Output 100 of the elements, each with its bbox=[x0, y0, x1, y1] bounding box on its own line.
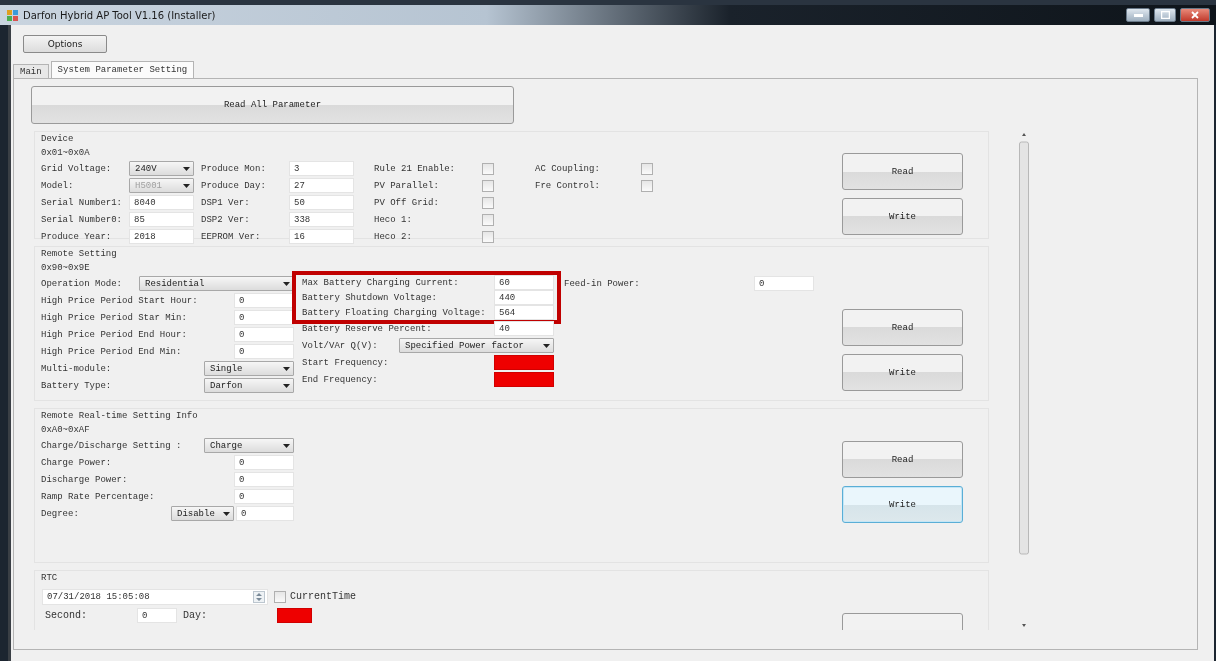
address-range: 0xA0~0xAF bbox=[41, 424, 90, 437]
field-label: Produce Day: bbox=[201, 180, 267, 191]
action-button[interactable]: Write bbox=[842, 198, 963, 235]
caret-icon bbox=[183, 183, 190, 188]
field-label: Day: bbox=[183, 610, 208, 621]
field-label: Volt/VAr Q(V): bbox=[302, 340, 379, 351]
input-field[interactable] bbox=[494, 355, 554, 370]
input-field[interactable]: 0 bbox=[137, 608, 177, 623]
tab[interactable]: System Parameter Setting bbox=[50, 61, 195, 78]
caret-icon bbox=[183, 166, 190, 171]
field-label: PV Off Grid: bbox=[374, 197, 440, 208]
input-field[interactable]: 564 bbox=[494, 305, 554, 320]
dropdown[interactable]: Single bbox=[204, 361, 294, 376]
input-field[interactable]: 0 bbox=[234, 310, 294, 325]
input-field[interactable]: 50 bbox=[289, 195, 354, 210]
input-field[interactable]: 0 bbox=[234, 293, 294, 308]
field-label: High Price Period Start Hour: bbox=[41, 295, 199, 306]
field-label: Max Battery Charging Current: bbox=[302, 277, 460, 288]
dropdown[interactable]: Charge bbox=[204, 438, 294, 453]
caret-icon bbox=[223, 511, 230, 516]
field-label: Serial Number1: bbox=[41, 197, 123, 208]
address-range: 0x90~0x9E bbox=[41, 262, 90, 275]
action-button[interactable]: Write bbox=[842, 486, 963, 523]
field-label: Feed-in Power: bbox=[564, 278, 641, 289]
field-label: Charge/Discharge Setting : bbox=[41, 440, 183, 451]
field-label: High Price Period End Min: bbox=[41, 346, 183, 357]
checkbox[interactable] bbox=[641, 162, 653, 175]
input-field[interactable]: 0 bbox=[754, 276, 814, 291]
input-field[interactable]: 0 bbox=[234, 472, 294, 487]
input-field[interactable]: 16 bbox=[289, 229, 354, 244]
section-title: Remote Setting bbox=[41, 248, 117, 261]
maximize-button[interactable] bbox=[1154, 8, 1176, 22]
minimize-button[interactable] bbox=[1126, 8, 1150, 22]
checkbox[interactable] bbox=[641, 179, 653, 192]
dropdown[interactable]: Specified Power factor bbox=[399, 338, 554, 353]
dropdown[interactable]: Residential bbox=[139, 276, 294, 291]
field-label: High Price Period End Hour: bbox=[41, 329, 188, 340]
input-field[interactable]: 440 bbox=[494, 290, 554, 305]
checkbox[interactable] bbox=[482, 196, 494, 209]
action-button[interactable]: Read bbox=[842, 441, 963, 478]
input-field[interactable] bbox=[277, 608, 312, 623]
address-range: 0x01~0x0A bbox=[41, 147, 90, 160]
tab[interactable]: Main bbox=[13, 64, 49, 78]
checkbox[interactable] bbox=[482, 179, 494, 192]
input-field[interactable]: 3 bbox=[289, 161, 354, 176]
input-field[interactable]: 0 bbox=[234, 344, 294, 359]
maximize-icon bbox=[1160, 11, 1170, 19]
input-field[interactable] bbox=[494, 372, 554, 387]
input-field[interactable]: 2018 bbox=[129, 229, 194, 244]
options-button[interactable]: Options bbox=[23, 35, 107, 53]
action-button[interactable]: Read bbox=[842, 153, 963, 190]
field-label: Battery Reserve Percent: bbox=[302, 323, 433, 334]
caret-icon bbox=[543, 343, 550, 348]
field-label: Model: bbox=[41, 180, 75, 191]
close-button[interactable] bbox=[1180, 8, 1210, 22]
input-field[interactable]: 27 bbox=[289, 178, 354, 193]
field-label: Start Frequency: bbox=[302, 357, 390, 368]
field-label: DSP1 Ver: bbox=[201, 197, 251, 208]
read-all-button[interactable]: Read All Parameter bbox=[31, 86, 514, 124]
field-label: Rule 21 Enable: bbox=[374, 163, 456, 174]
date-time-picker[interactable]: 07/31/2018 15:05:08 bbox=[42, 588, 268, 605]
action-button[interactable]: Write bbox=[842, 354, 963, 391]
checkbox[interactable] bbox=[482, 162, 494, 175]
field-label: End Frequency: bbox=[302, 374, 379, 385]
field-label: Grid Voltage: bbox=[41, 163, 113, 174]
field-label: Multi-module: bbox=[41, 363, 113, 374]
checkbox[interactable] bbox=[274, 590, 286, 603]
caret-icon bbox=[283, 383, 290, 388]
input-field[interactable]: 85 bbox=[129, 212, 194, 227]
action-button[interactable]: Read bbox=[842, 309, 963, 346]
input-field[interactable]: 40 bbox=[494, 321, 554, 336]
field-label: Serial Number0: bbox=[41, 214, 123, 225]
field-label: AC Coupling: bbox=[535, 163, 601, 174]
field-label: PV Parallel: bbox=[374, 180, 440, 191]
minimize-icon bbox=[1133, 13, 1143, 17]
field-label: Discharge Power: bbox=[41, 474, 129, 485]
input-field[interactable]: 60 bbox=[494, 275, 554, 290]
field-label: Battery Floating Charging Voltage: bbox=[302, 307, 487, 318]
caret-icon bbox=[283, 281, 290, 286]
checkbox-label: CurrentTime bbox=[290, 591, 356, 602]
checkbox[interactable] bbox=[482, 230, 494, 243]
caret-icon bbox=[283, 366, 290, 371]
field-label: Battery Shutdown Voltage: bbox=[302, 292, 439, 303]
input-field[interactable]: 0 bbox=[234, 489, 294, 504]
input-field[interactable]: 0 bbox=[234, 327, 294, 342]
input-field[interactable]: 8040 bbox=[129, 195, 194, 210]
dropdown[interactable]: Disable bbox=[171, 506, 234, 521]
checkbox[interactable] bbox=[482, 213, 494, 226]
input-field[interactable]: 338 bbox=[289, 212, 354, 227]
close-icon bbox=[1191, 11, 1199, 19]
field-label: EEPROM Ver: bbox=[201, 231, 262, 242]
spinner-icon[interactable] bbox=[253, 590, 265, 603]
window-title: Darfon Hybrid AP Tool V1.16 (Installer) bbox=[23, 9, 216, 21]
input-field[interactable]: 0 bbox=[234, 455, 294, 470]
section-title: RTC bbox=[41, 572, 58, 585]
dropdown[interactable]: Darfon bbox=[204, 378, 294, 393]
dropdown[interactable]: 240V bbox=[129, 161, 194, 176]
input-field[interactable]: 0 bbox=[236, 506, 294, 521]
section-title: Remote Real-time Setting Info bbox=[41, 410, 198, 423]
caret-icon bbox=[283, 443, 290, 448]
